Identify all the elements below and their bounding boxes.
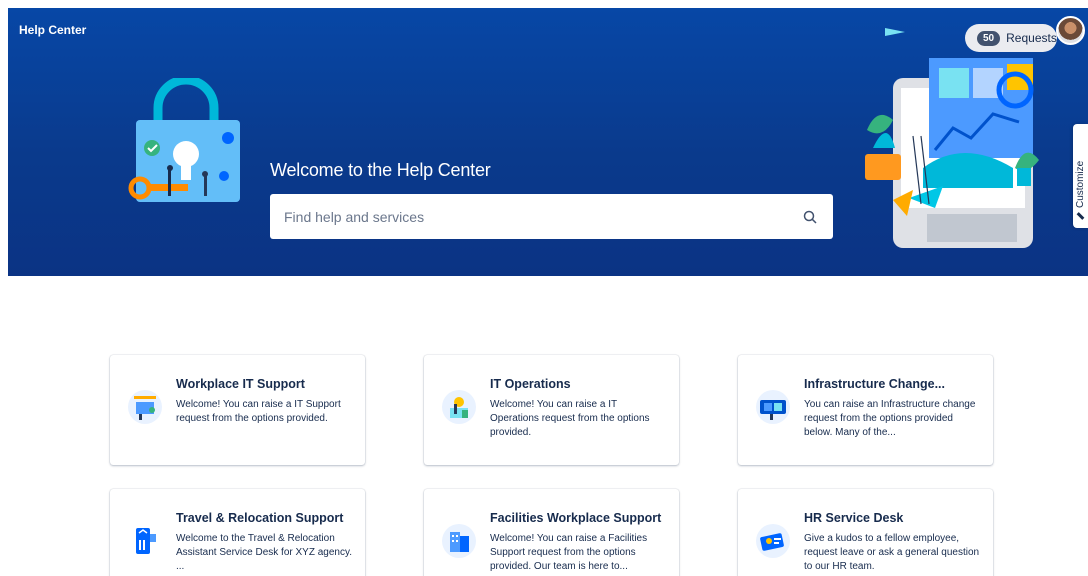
hr-service-icon	[756, 524, 790, 558]
search-box[interactable]	[270, 194, 833, 239]
portal-description: Give a kudos to a fellow employee, reque…	[804, 533, 980, 572]
page-title: Welcome to the Help Center	[270, 160, 491, 180]
workplace-it-icon	[128, 390, 162, 424]
padlock-illustration	[128, 78, 240, 202]
infrastructure-icon	[756, 390, 790, 424]
portal-card-it-operations[interactable]: IT Operations Welcome! You can raise a I…	[424, 355, 679, 465]
requests-button[interactable]: 50 Requests	[965, 24, 1057, 52]
portal-card-hr-service-desk[interactable]: HR Service Desk Give a kudos to a fellow…	[738, 489, 993, 576]
hero-banner: Help Center Welcome to the Help Center F…	[8, 8, 1088, 276]
customize-button[interactable]: Customize	[1073, 124, 1088, 228]
portal-description: Welcome! You can raise a IT Operations r…	[490, 399, 650, 438]
portal-card-infrastructure-change[interactable]: Infrastructure Change... You can raise a…	[738, 355, 993, 465]
travel-icon	[128, 524, 162, 558]
search-icon[interactable]	[801, 208, 819, 226]
portal-description: Welcome to the Travel & Relocation Assis…	[176, 533, 352, 572]
portal-title: Workplace IT Support	[176, 377, 305, 391]
requests-count-badge: 50	[977, 30, 1001, 46]
dashboard-illustration	[865, 28, 1039, 248]
portal-title: HR Service Desk	[804, 511, 904, 525]
search-input[interactable]	[284, 208, 801, 225]
portal-title: IT Operations	[490, 377, 571, 391]
portal-description: Welcome! You can raise a IT Support requ…	[176, 399, 341, 424]
customize-label: Customize	[1075, 160, 1086, 208]
portal-description: You can raise an Infrastructure change r…	[804, 399, 976, 438]
help-center-link[interactable]: Help Center	[19, 23, 86, 37]
facilities-icon	[442, 524, 476, 558]
pencil-icon	[1076, 212, 1085, 220]
portal-title: Facilities Workplace Support	[490, 511, 662, 525]
portal-card-facilities-workplace[interactable]: Facilities Workplace Support Welcome! Yo…	[424, 489, 679, 576]
top-strip	[0, 0, 1088, 8]
portal-title: Infrastructure Change...	[804, 377, 945, 391]
it-operations-icon	[442, 390, 476, 424]
portal-description: Welcome! You can raise a Facilities Supp…	[490, 533, 648, 572]
requests-label: Requests	[1006, 31, 1057, 45]
portal-card-travel-relocation[interactable]: Travel & Relocation Support Welcome to t…	[110, 489, 365, 576]
avatar[interactable]	[1056, 16, 1085, 45]
portal-title: Travel & Relocation Support	[176, 511, 344, 525]
portal-card-workplace-it-support[interactable]: Workplace IT Support Welcome! You can ra…	[110, 355, 365, 465]
